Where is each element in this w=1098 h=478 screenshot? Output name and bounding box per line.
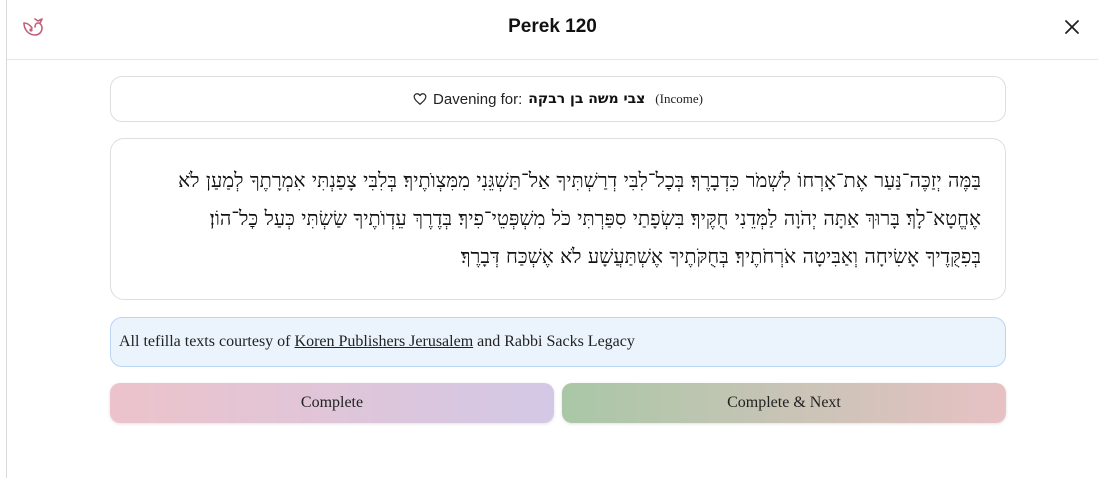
heart-icon: [413, 92, 427, 106]
credit-suffix: and Rabbi Sacks Legacy: [477, 333, 635, 350]
complete-button[interactable]: Complete: [110, 383, 554, 423]
davening-label: Davening for:: [433, 90, 523, 108]
page-title: Perek 120: [508, 16, 597, 37]
close-icon[interactable]: [1062, 17, 1082, 37]
davening-name: צבי משה בן רבקה: [528, 91, 646, 107]
davening-category: (Income): [655, 91, 703, 106]
davening-for-banner: Davening for: צבי משה בן רבקה (Income): [110, 76, 1006, 122]
tefilla-passage-text: בַּמֶּה יְזַכֶּה־נַּעַר אֶת־אָרְחוֹ לִשְ…: [178, 168, 981, 268]
koren-publishers-link[interactable]: Koren Publishers Jerusalem: [295, 333, 474, 351]
credit-notice: All tefilla texts courtesy of Koren Publ…: [110, 317, 1006, 367]
tefilla-passage-card: בַּמֶּה יְזַכֶּה־נַּעַר אֶת־אָרְחוֹ לִשְ…: [110, 138, 1006, 300]
complete-and-next-button[interactable]: Complete & Next: [562, 383, 1006, 423]
left-border: [6, 0, 7, 478]
credit-prefix: All tefilla texts courtesy of: [119, 333, 291, 350]
header: Perek 120: [7, 0, 1098, 60]
